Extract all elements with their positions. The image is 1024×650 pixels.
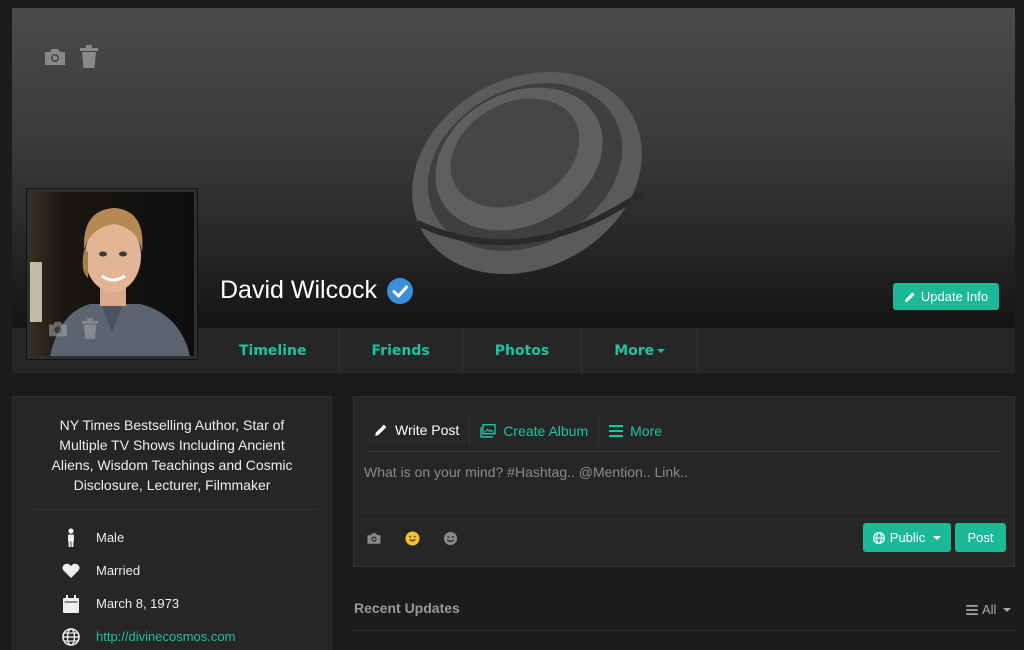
divider (364, 451, 1004, 452)
post-label: Post (967, 530, 994, 545)
pencil-icon (375, 424, 387, 436)
trash-icon[interactable] (76, 44, 102, 70)
tab-label: More (630, 423, 663, 439)
camera-icon[interactable] (364, 528, 384, 548)
smiley-icon[interactable] (440, 528, 460, 548)
profile-name: David Wilcock (220, 276, 377, 304)
composer-attach-icons (364, 528, 460, 548)
divider (33, 509, 316, 510)
tab-label: Timeline (239, 343, 307, 359)
tab-composer-more[interactable]: More (599, 415, 672, 447)
website-item: http://divinecosmos.com (61, 620, 235, 650)
tab-label: Photos (494, 343, 550, 359)
tab-timeline[interactable]: Timeline (205, 328, 340, 374)
update-info-button[interactable]: Update Info (893, 283, 999, 310)
bio-text: NY Times Bestselling Author, Star of Mul… (51, 417, 293, 493)
post-composer: Write Post Create Album More Public (353, 396, 1015, 567)
globe-icon (61, 627, 81, 647)
trash-icon[interactable] (77, 316, 103, 342)
album-icon (480, 424, 497, 438)
feed-filter-dropdown[interactable]: All (966, 602, 1012, 617)
calendar-icon (61, 594, 81, 614)
privacy-label: Public (889, 530, 926, 545)
info-list: Male Married March 8, 1973 http://divine… (61, 521, 235, 650)
post-button[interactable]: Post (955, 523, 1006, 552)
pencil-icon (904, 291, 915, 302)
update-info-label: Update Info (920, 289, 989, 304)
caret-down-icon (933, 535, 942, 540)
tab-label: Friends (371, 343, 430, 359)
male-icon (61, 527, 81, 548)
composer-footer: Public Post (354, 515, 1014, 567)
tab-friends[interactable]: Friends (340, 328, 463, 374)
about-card: NY Times Bestselling Author, Star of Mul… (12, 396, 332, 650)
post-input[interactable] (364, 459, 1004, 485)
list-icon (966, 604, 978, 615)
avatar[interactable] (27, 189, 197, 359)
birthday-text: March 8, 1973 (96, 596, 180, 611)
relationship-text: Married (96, 563, 141, 578)
divider (353, 630, 1015, 631)
recent-updates-heading: Recent Updates (354, 600, 460, 616)
verified-badge-icon (386, 277, 413, 304)
caret-down-icon (657, 349, 666, 353)
birthday-item: March 8, 1973 (61, 587, 235, 620)
tab-photos[interactable]: Photos (463, 328, 583, 374)
privacy-dropdown[interactable]: Public (863, 523, 951, 552)
caret-down-icon (1003, 607, 1012, 612)
tab-label: Create Album (503, 423, 589, 439)
composer-tabs: Write Post Create Album More (364, 415, 672, 451)
relationship-item: Married (61, 554, 235, 587)
website-link[interactable]: http://divinecosmos.com (96, 629, 235, 644)
camera-icon[interactable] (42, 44, 68, 70)
filter-label: All (982, 602, 997, 617)
tab-more[interactable]: More (582, 328, 699, 374)
tab-create-album[interactable]: Create Album (470, 415, 600, 447)
cover-logo (412, 71, 644, 275)
profile-name-row: David Wilcock (220, 276, 413, 305)
gender-text: Male (96, 530, 125, 545)
heart-icon (61, 561, 81, 581)
tab-label: Write Post (395, 422, 460, 438)
profile-tabs: Timeline Friends Photos More (205, 328, 699, 374)
globe-icon (872, 531, 885, 544)
tab-label: More (614, 343, 655, 359)
gender-item: Male (61, 521, 235, 554)
emoji-icon[interactable] (402, 528, 422, 548)
camera-icon[interactable] (45, 316, 71, 342)
tab-write-post[interactable]: Write Post (364, 415, 471, 447)
menu-icon (609, 425, 624, 437)
